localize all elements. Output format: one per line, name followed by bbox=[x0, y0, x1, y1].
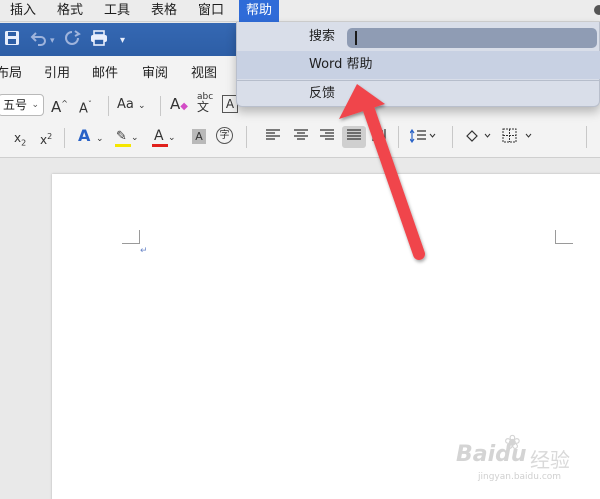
phonetic-guide-button[interactable]: abc 文 bbox=[197, 92, 213, 114]
align-justify-icon bbox=[347, 129, 361, 147]
borders-icon[interactable] bbox=[502, 128, 534, 150]
menu-format[interactable]: 格式 bbox=[51, 0, 89, 22]
divider bbox=[160, 96, 161, 116]
menu-tools[interactable]: 工具 bbox=[98, 0, 136, 22]
tab-references[interactable]: 引用 bbox=[44, 62, 70, 81]
tab-view[interactable]: 视图 bbox=[191, 62, 217, 81]
line-spacing-icon[interactable] bbox=[409, 128, 436, 149]
menu-window[interactable]: 窗口 bbox=[192, 0, 230, 22]
clear-format-button[interactable]: A◆ bbox=[170, 95, 188, 116]
shading-fill-icon[interactable] bbox=[464, 128, 492, 150]
word-help-label: Word 帮助 bbox=[309, 57, 373, 72]
help-search-label: 搜索 bbox=[309, 29, 336, 44]
tab-layout[interactable]: 布局 bbox=[0, 62, 22, 81]
change-case-button[interactable]: Aa ⌄ bbox=[117, 96, 146, 115]
help-menu-dropdown: 搜索 Word 帮助 反馈 bbox=[236, 22, 600, 107]
highlight-color-swatch bbox=[115, 144, 131, 147]
menu-item-feedback[interactable]: 反馈 bbox=[237, 81, 600, 106]
undo-icon[interactable] bbox=[30, 30, 48, 50]
divider bbox=[452, 126, 453, 148]
superscript-button[interactable]: x2 bbox=[40, 128, 52, 149]
text-caret bbox=[355, 31, 357, 45]
font-size-value: 五号 bbox=[3, 98, 28, 112]
paw-icon: ❀ bbox=[504, 430, 521, 454]
font-color-swatch bbox=[152, 144, 168, 147]
baidu-watermark: Baidu ❀ 经验 jingyan.baidu.com bbox=[456, 430, 570, 482]
menu-bar: 插入 格式 工具 表格 窗口 帮助 bbox=[0, 0, 600, 22]
help-search-row: 搜索 bbox=[237, 23, 600, 51]
customize-icon[interactable]: ▾ bbox=[120, 32, 125, 50]
watermark-url: jingyan.baidu.com bbox=[478, 472, 562, 482]
distributed-icon[interactable] bbox=[372, 129, 386, 147]
redo-icon[interactable] bbox=[64, 30, 82, 50]
tab-review[interactable]: 审阅 bbox=[142, 62, 168, 81]
print-icon[interactable] bbox=[90, 30, 108, 50]
watermark-suffix: 经验 bbox=[530, 448, 570, 472]
divider bbox=[64, 128, 65, 148]
align-left-icon[interactable] bbox=[266, 129, 280, 147]
divider bbox=[398, 126, 399, 148]
menu-item-word-help[interactable]: Word 帮助 bbox=[237, 51, 600, 79]
crop-mark-left bbox=[122, 230, 140, 244]
chevron-down-icon[interactable]: ▾ bbox=[50, 32, 55, 50]
feedback-label: 反馈 bbox=[309, 86, 336, 101]
divider bbox=[246, 126, 247, 148]
menu-insert[interactable]: 插入 bbox=[4, 0, 42, 22]
align-right-icon[interactable] bbox=[320, 129, 334, 147]
shrink-font-button[interactable]: Aˇ bbox=[79, 96, 92, 118]
font-size-select[interactable]: 五号 ⌄ bbox=[0, 94, 44, 116]
menu-help[interactable]: 帮助 bbox=[239, 0, 280, 22]
enclose-char-button[interactable]: 字 bbox=[216, 127, 233, 144]
tab-mailings[interactable]: 邮件 bbox=[92, 62, 118, 81]
help-search-input[interactable] bbox=[347, 28, 597, 48]
menu-table[interactable]: 表格 bbox=[145, 0, 183, 22]
chevron-down-icon: ⌄ bbox=[31, 100, 39, 110]
grow-font-button[interactable]: A^ bbox=[51, 95, 68, 116]
text-effects-button[interactable]: A ⌄ bbox=[78, 127, 104, 148]
crop-mark-right bbox=[555, 230, 573, 244]
divider bbox=[586, 126, 587, 148]
subscript-button[interactable]: x2 bbox=[14, 129, 26, 152]
char-shading-button[interactable]: A bbox=[192, 129, 206, 144]
divider bbox=[108, 96, 109, 116]
status-dot-icon bbox=[594, 5, 600, 15]
paragraph-mark-icon: ↵ bbox=[140, 246, 148, 256]
save-icon[interactable] bbox=[4, 30, 20, 50]
align-center-icon[interactable] bbox=[294, 129, 308, 147]
